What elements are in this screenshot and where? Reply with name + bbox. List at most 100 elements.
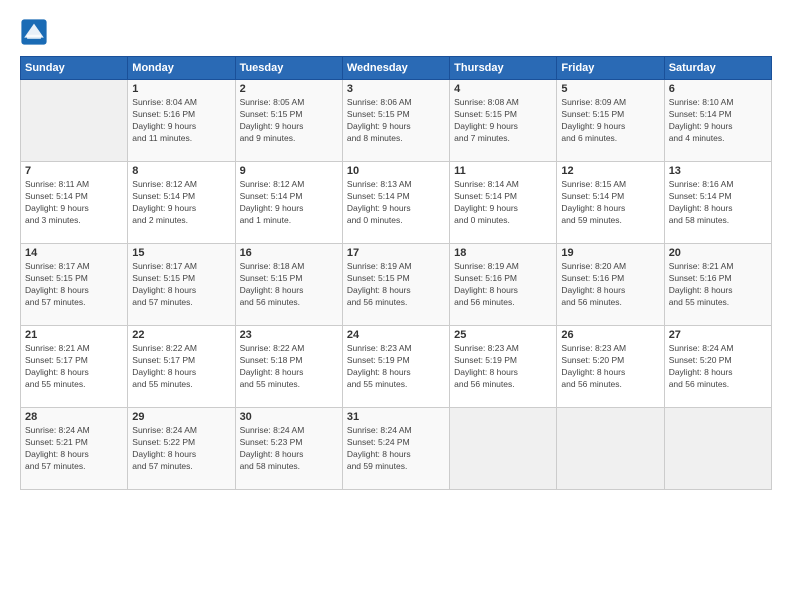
calendar-cell: 6 Sunrise: 8:10 AM Sunset: 5:14 PM Daylig… xyxy=(664,80,771,162)
day-header-saturday: Saturday xyxy=(664,57,771,80)
day-header-wednesday: Wednesday xyxy=(342,57,449,80)
cell-info: Sunrise: 8:08 AM Sunset: 5:15 PM Dayligh… xyxy=(454,97,552,145)
cell-info: Sunrise: 8:05 AM Sunset: 5:15 PM Dayligh… xyxy=(240,97,338,145)
logo-icon xyxy=(20,18,48,46)
header xyxy=(20,18,772,46)
calendar-cell: 23 Sunrise: 8:22 AM Sunset: 5:18 PM Dayli… xyxy=(235,326,342,408)
calendar-cell: 5 Sunrise: 8:09 AM Sunset: 5:15 PM Daylig… xyxy=(557,80,664,162)
day-number: 8 xyxy=(132,165,230,177)
day-number: 19 xyxy=(561,247,659,259)
calendar-cell: 17Sunrise: 8:19 AM Sunset: 5:15 PM Dayli… xyxy=(342,244,449,326)
cell-info: Sunrise: 8:14 AM Sunset: 5:14 PM Dayligh… xyxy=(454,179,552,227)
day-number: 7 xyxy=(25,165,123,177)
calendar-cell xyxy=(450,408,557,490)
day-number: 25 xyxy=(454,329,552,341)
logo xyxy=(20,18,52,46)
day-number: 1 xyxy=(132,83,230,95)
cell-info: Sunrise: 8:11 AM Sunset: 5:14 PM Dayligh… xyxy=(25,179,123,227)
calendar-cell: 10Sunrise: 8:13 AM Sunset: 5:14 PM Dayli… xyxy=(342,162,449,244)
cell-info: Sunrise: 8:24 AM Sunset: 5:24 PM Dayligh… xyxy=(347,425,445,473)
day-number: 14 xyxy=(25,247,123,259)
calendar-cell: 24Sunrise: 8:23 AM Sunset: 5:19 PM Dayli… xyxy=(342,326,449,408)
cell-info: Sunrise: 8:18 AM Sunset: 5:15 PM Dayligh… xyxy=(240,261,338,309)
calendar-cell: 2 Sunrise: 8:05 AM Sunset: 5:15 PM Daylig… xyxy=(235,80,342,162)
cell-info: Sunrise: 8:20 AM Sunset: 5:16 PM Dayligh… xyxy=(561,261,659,309)
cell-info: Sunrise: 8:22 AM Sunset: 5:17 PM Dayligh… xyxy=(132,343,230,391)
day-header-sunday: Sunday xyxy=(21,57,128,80)
calendar-cell: 18Sunrise: 8:19 AM Sunset: 5:16 PM Dayli… xyxy=(450,244,557,326)
day-number: 5 xyxy=(561,83,659,95)
cell-info: Sunrise: 8:13 AM Sunset: 5:14 PM Dayligh… xyxy=(347,179,445,227)
day-number: 20 xyxy=(669,247,767,259)
cell-info: Sunrise: 8:24 AM Sunset: 5:23 PM Dayligh… xyxy=(240,425,338,473)
calendar-table: SundayMondayTuesdayWednesdayThursdayFrid… xyxy=(20,56,772,490)
cell-info: Sunrise: 8:24 AM Sunset: 5:21 PM Dayligh… xyxy=(25,425,123,473)
cell-info: Sunrise: 8:16 AM Sunset: 5:14 PM Dayligh… xyxy=(669,179,767,227)
day-number: 3 xyxy=(347,83,445,95)
cell-info: Sunrise: 8:04 AM Sunset: 5:16 PM Dayligh… xyxy=(132,97,230,145)
calendar-cell: 19 Sunrise: 8:20 AM Sunset: 5:16 PM Dayli… xyxy=(557,244,664,326)
cell-info: Sunrise: 8:21 AM Sunset: 5:17 PM Dayligh… xyxy=(25,343,123,391)
cell-info: Sunrise: 8:19 AM Sunset: 5:16 PM Dayligh… xyxy=(454,261,552,309)
calendar-cell: 1 Sunrise: 8:04 AM Sunset: 5:16 PM Daylig… xyxy=(128,80,235,162)
calendar-cell xyxy=(664,408,771,490)
day-number: 6 xyxy=(669,83,767,95)
cell-info: Sunrise: 8:09 AM Sunset: 5:15 PM Dayligh… xyxy=(561,97,659,145)
day-number: 11 xyxy=(454,165,552,177)
cell-info: Sunrise: 8:12 AM Sunset: 5:14 PM Dayligh… xyxy=(240,179,338,227)
cell-info: Sunrise: 8:24 AM Sunset: 5:20 PM Dayligh… xyxy=(669,343,767,391)
calendar-cell: 26 Sunrise: 8:23 AM Sunset: 5:20 PM Dayli… xyxy=(557,326,664,408)
calendar-cell: 4 Sunrise: 8:08 AM Sunset: 5:15 PM Daylig… xyxy=(450,80,557,162)
day-number: 2 xyxy=(240,83,338,95)
cell-info: Sunrise: 8:06 AM Sunset: 5:15 PM Dayligh… xyxy=(347,97,445,145)
week-row-3: 14 Sunrise: 8:17 AM Sunset: 5:15 PM Dayli… xyxy=(21,244,772,326)
day-number: 22 xyxy=(132,329,230,341)
day-number: 23 xyxy=(240,329,338,341)
day-number: 30 xyxy=(240,411,338,423)
calendar-cell: 20 Sunrise: 8:21 AM Sunset: 5:16 PM Dayli… xyxy=(664,244,771,326)
calendar-cell: 11 Sunrise: 8:14 AM Sunset: 5:14 PM Dayli… xyxy=(450,162,557,244)
day-number: 21 xyxy=(25,329,123,341)
calendar-cell: 27 Sunrise: 8:24 AM Sunset: 5:20 PM Dayli… xyxy=(664,326,771,408)
calendar-cell: 9Sunrise: 8:12 AM Sunset: 5:14 PM Daylig… xyxy=(235,162,342,244)
cell-info: Sunrise: 8:22 AM Sunset: 5:18 PM Dayligh… xyxy=(240,343,338,391)
calendar-cell: 14 Sunrise: 8:17 AM Sunset: 5:15 PM Dayli… xyxy=(21,244,128,326)
calendar-cell: 7 Sunrise: 8:11 AM Sunset: 5:14 PM Daylig… xyxy=(21,162,128,244)
cell-info: Sunrise: 8:24 AM Sunset: 5:22 PM Dayligh… xyxy=(132,425,230,473)
cell-info: Sunrise: 8:17 AM Sunset: 5:15 PM Dayligh… xyxy=(25,261,123,309)
cell-info: Sunrise: 8:19 AM Sunset: 5:15 PM Dayligh… xyxy=(347,261,445,309)
calendar-cell xyxy=(557,408,664,490)
cell-info: Sunrise: 8:21 AM Sunset: 5:16 PM Dayligh… xyxy=(669,261,767,309)
calendar-cell: 30 Sunrise: 8:24 AM Sunset: 5:23 PM Dayli… xyxy=(235,408,342,490)
day-number: 29 xyxy=(132,411,230,423)
day-header-monday: Monday xyxy=(128,57,235,80)
calendar-cell: 31 Sunrise: 8:24 AM Sunset: 5:24 PM Dayli… xyxy=(342,408,449,490)
week-row-4: 21 Sunrise: 8:21 AM Sunset: 5:17 PM Dayli… xyxy=(21,326,772,408)
day-number: 26 xyxy=(561,329,659,341)
day-header-thursday: Thursday xyxy=(450,57,557,80)
cell-info: Sunrise: 8:23 AM Sunset: 5:20 PM Dayligh… xyxy=(561,343,659,391)
day-number: 27 xyxy=(669,329,767,341)
day-number: 4 xyxy=(454,83,552,95)
header-row: SundayMondayTuesdayWednesdayThursdayFrid… xyxy=(21,57,772,80)
cell-info: Sunrise: 8:23 AM Sunset: 5:19 PM Dayligh… xyxy=(347,343,445,391)
calendar-cell: 13Sunrise: 8:16 AM Sunset: 5:14 PM Dayli… xyxy=(664,162,771,244)
calendar-cell: 12Sunrise: 8:15 AM Sunset: 5:14 PM Dayli… xyxy=(557,162,664,244)
week-row-1: 1 Sunrise: 8:04 AM Sunset: 5:16 PM Daylig… xyxy=(21,80,772,162)
week-row-5: 28 Sunrise: 8:24 AM Sunset: 5:21 PM Dayli… xyxy=(21,408,772,490)
calendar-cell xyxy=(21,80,128,162)
day-header-friday: Friday xyxy=(557,57,664,80)
day-number: 31 xyxy=(347,411,445,423)
calendar-cell: 21 Sunrise: 8:21 AM Sunset: 5:17 PM Dayli… xyxy=(21,326,128,408)
day-number: 28 xyxy=(25,411,123,423)
day-number: 12 xyxy=(561,165,659,177)
day-number: 16 xyxy=(240,247,338,259)
calendar-cell: 8 Sunrise: 8:12 AM Sunset: 5:14 PM Daylig… xyxy=(128,162,235,244)
day-number: 15 xyxy=(132,247,230,259)
page: SundayMondayTuesdayWednesdayThursdayFrid… xyxy=(0,0,792,612)
calendar-cell: 15Sunrise: 8:17 AM Sunset: 5:15 PM Dayli… xyxy=(128,244,235,326)
cell-info: Sunrise: 8:10 AM Sunset: 5:14 PM Dayligh… xyxy=(669,97,767,145)
cell-info: Sunrise: 8:12 AM Sunset: 5:14 PM Dayligh… xyxy=(132,179,230,227)
calendar-cell: 25Sunrise: 8:23 AM Sunset: 5:19 PM Dayli… xyxy=(450,326,557,408)
calendar-cell: 3 Sunrise: 8:06 AM Sunset: 5:15 PM Daylig… xyxy=(342,80,449,162)
